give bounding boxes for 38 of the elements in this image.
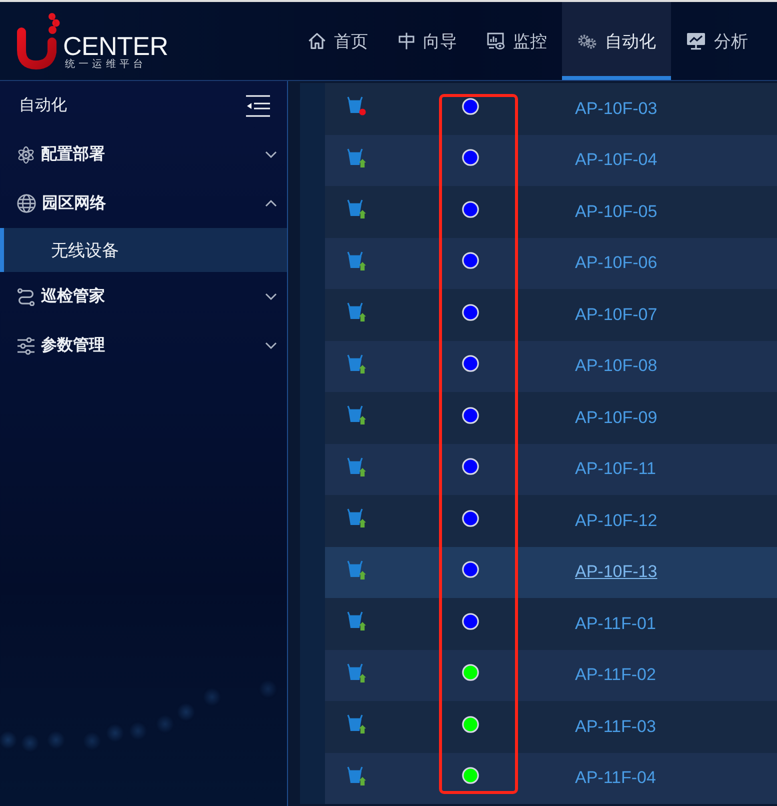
sidebar-title: 自动化 xyxy=(19,95,67,116)
logo-icon xyxy=(14,12,60,70)
device-link[interactable]: AP-10F-12 xyxy=(575,510,658,530)
menu-item[interactable]: 参数管理 xyxy=(0,321,287,370)
device-link[interactable]: AP-10F-13 xyxy=(575,562,658,582)
nav-tab[interactable]: 首页 xyxy=(293,2,383,80)
chart-monitor-icon xyxy=(686,32,706,50)
signpost-icon xyxy=(398,32,415,50)
device-link[interactable]: AP-10F-04 xyxy=(575,150,658,170)
sliders-icon xyxy=(17,336,35,354)
device-link[interactable]: AP-11F-02 xyxy=(575,665,656,684)
submenu-item[interactable]: 无线设备 xyxy=(0,228,287,272)
nav-tab[interactable]: 监控 xyxy=(472,2,562,80)
monitor-icon xyxy=(487,32,505,50)
device-link[interactable]: AP-10F-05 xyxy=(575,202,658,221)
menu-item[interactable]: 配置部署 xyxy=(0,130,287,179)
device-link[interactable]: AP-11F-01 xyxy=(575,614,656,633)
gears-icon xyxy=(577,32,597,50)
menu-item[interactable]: 园区网络 xyxy=(0,179,287,228)
collapse-menu-icon[interactable] xyxy=(246,94,270,116)
logo-text: CENTER xyxy=(63,33,168,59)
device-link[interactable]: AP-10F-03 xyxy=(575,98,658,118)
atom-icon xyxy=(17,146,35,164)
device-link[interactable]: AP-11F-04 xyxy=(575,768,656,788)
device-link[interactable]: AP-10F-11 xyxy=(575,459,656,478)
globe-icon xyxy=(17,194,36,213)
nav-tab[interactable]: 分析 xyxy=(671,2,763,80)
device-link[interactable]: AP-11F-03 xyxy=(575,716,656,736)
route-icon xyxy=(17,288,35,306)
device-link[interactable]: AP-10F-07 xyxy=(575,304,658,324)
menu-item[interactable]: 巡检管家 xyxy=(0,272,287,321)
nav-tab[interactable]: 向导 xyxy=(383,2,472,80)
device-link[interactable]: AP-10F-06 xyxy=(575,253,658,272)
device-link[interactable]: AP-10F-08 xyxy=(575,356,658,376)
nav-tab[interactable]: 自动化 xyxy=(562,2,671,80)
device-link[interactable]: AP-10F-09 xyxy=(575,408,658,427)
home-icon xyxy=(308,32,326,50)
logo-subtitle: 统一运维平台 xyxy=(65,59,148,71)
